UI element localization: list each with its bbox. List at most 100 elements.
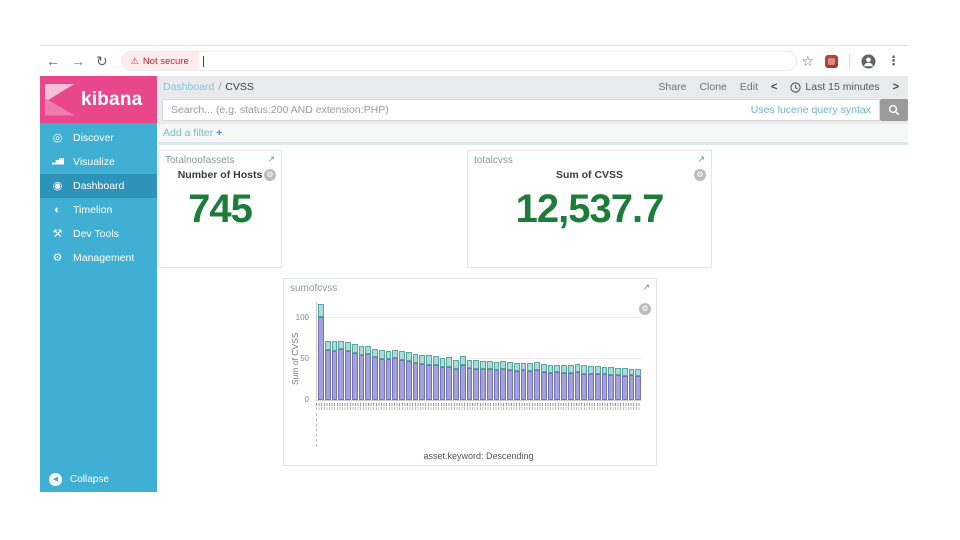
chart-bar[interactable] bbox=[540, 363, 547, 400]
chart-bar[interactable] bbox=[399, 350, 405, 400]
dashboard-grid: Totalnoofassets ↗ ⚙ Number of Hosts 745 … bbox=[157, 145, 908, 492]
kibana-logo[interactable]: kibana bbox=[40, 76, 157, 123]
chart-bar[interactable] bbox=[567, 365, 574, 400]
chart-bar[interactable] bbox=[466, 359, 473, 400]
chart-bar[interactable] bbox=[419, 355, 425, 400]
chart-bar[interactable] bbox=[574, 363, 581, 400]
browser-actions: ☆ ⋮ bbox=[801, 53, 900, 70]
divider bbox=[849, 54, 850, 68]
profile-icon[interactable] bbox=[861, 54, 876, 69]
back-icon[interactable]: ← bbox=[46, 54, 60, 68]
chart-bar[interactable] bbox=[621, 367, 628, 400]
bookmark-icon[interactable]: ☆ bbox=[801, 53, 814, 70]
sidebar-item-visualize[interactable]: ▂▅▇ Visualize bbox=[40, 150, 157, 174]
chart-bar[interactable] bbox=[405, 352, 412, 400]
chart-bar[interactable] bbox=[608, 367, 614, 400]
sidebar-collapse-button[interactable]: ◀ Collapse bbox=[40, 467, 157, 492]
chart-bar[interactable] bbox=[635, 368, 641, 400]
chart-bar[interactable] bbox=[527, 362, 533, 400]
chart-bar[interactable] bbox=[615, 367, 621, 400]
gear-icon[interactable]: ⚙ bbox=[694, 169, 706, 181]
sidebar-item-dev-tools[interactable]: ⚒ Dev Tools bbox=[40, 222, 157, 246]
collapse-icon: ◀ bbox=[49, 473, 62, 486]
time-forward-button[interactable]: > bbox=[893, 81, 899, 93]
time-back-button[interactable]: < bbox=[771, 81, 777, 93]
chart-bar[interactable] bbox=[554, 364, 560, 400]
y-axis-ticks: 0 50 100 bbox=[284, 302, 313, 404]
chart-bar[interactable] bbox=[561, 364, 567, 400]
extension-icon[interactable] bbox=[825, 54, 838, 68]
collapse-label: Collapse bbox=[70, 474, 109, 485]
security-chip[interactable]: ⚠ Not secure bbox=[121, 52, 199, 70]
metric-label: Sum of CVSS bbox=[555, 169, 624, 181]
chart-bar[interactable] bbox=[520, 362, 527, 400]
panel-title: sumofcvss bbox=[290, 283, 338, 294]
chart-bar[interactable] bbox=[459, 356, 466, 400]
lucene-syntax-link[interactable]: Uses lucene query syntax bbox=[751, 100, 871, 120]
panel-header: sumofcvss ↗ bbox=[284, 279, 656, 295]
chart-bar[interactable] bbox=[507, 362, 513, 400]
expand-icon[interactable]: ↗ bbox=[697, 155, 705, 164]
sidebar-item-dashboard[interactable]: ◉ Dashboard bbox=[40, 174, 157, 198]
reload-icon[interactable]: ↻ bbox=[96, 54, 108, 68]
chart-bar[interactable] bbox=[601, 367, 608, 400]
time-picker-button[interactable]: Last 15 minutes bbox=[790, 81, 880, 93]
query-bar: Search... (e.g. status:200 AND extension… bbox=[157, 98, 908, 124]
chart-bar[interactable] bbox=[372, 348, 378, 400]
chart-bar[interactable] bbox=[500, 361, 506, 400]
chart-bar[interactable] bbox=[412, 353, 419, 400]
edit-button[interactable]: Edit bbox=[740, 81, 758, 93]
breadcrumb-dashboard-link[interactable]: Dashboard bbox=[163, 81, 214, 93]
expand-icon[interactable]: ↗ bbox=[267, 155, 275, 164]
chart-bar[interactable] bbox=[351, 343, 358, 400]
chart-bar[interactable] bbox=[345, 342, 351, 400]
kibana-logo-text: kibana bbox=[81, 88, 143, 110]
sidebar-item-discover[interactable]: ◎ Discover bbox=[40, 126, 157, 150]
chart-bar[interactable] bbox=[432, 356, 439, 400]
address-bar[interactable]: ⚠ Not secure bbox=[120, 51, 797, 71]
chart-bar[interactable] bbox=[338, 341, 344, 400]
chart-bar[interactable] bbox=[486, 361, 493, 400]
chart-bar[interactable] bbox=[588, 366, 594, 400]
chart-bar[interactable] bbox=[581, 365, 587, 400]
visualize-icon: ▂▅▇ bbox=[52, 159, 64, 165]
chart-bar[interactable] bbox=[365, 346, 371, 400]
chart-bar[interactable] bbox=[324, 340, 331, 400]
chart-bar[interactable] bbox=[594, 366, 601, 400]
panel-title: Totalnoofassets bbox=[165, 155, 235, 166]
search-input[interactable]: Search... (e.g. status:200 AND extension… bbox=[162, 99, 880, 121]
panel-totalnoofassets: Totalnoofassets ↗ ⚙ Number of Hosts 745 bbox=[158, 150, 282, 268]
chart-bar[interactable] bbox=[493, 362, 500, 400]
expand-icon[interactable]: ↗ bbox=[642, 283, 650, 292]
gear-icon[interactable]: ⚙ bbox=[264, 169, 276, 181]
breadcrumb-separator: / bbox=[218, 81, 222, 93]
chart-bar[interactable] bbox=[331, 341, 338, 400]
sidebar-item-management[interactable]: ⚙ Management bbox=[40, 246, 157, 270]
chart-bar[interactable] bbox=[628, 368, 635, 400]
chart-bar[interactable] bbox=[426, 355, 432, 400]
main-content: Dashboard / CVSS Share Clone Edit < Last… bbox=[157, 76, 908, 492]
add-filter-plus-icon[interactable]: + bbox=[216, 127, 222, 139]
chart-bar[interactable] bbox=[453, 359, 459, 400]
share-button[interactable]: Share bbox=[658, 81, 686, 93]
chart-bar[interactable] bbox=[385, 350, 392, 400]
chart-bar[interactable] bbox=[439, 357, 446, 400]
chart-bar[interactable] bbox=[446, 357, 452, 400]
clone-button[interactable]: Clone bbox=[699, 81, 726, 93]
search-button[interactable] bbox=[880, 99, 908, 121]
chart-bar[interactable] bbox=[473, 359, 479, 400]
chart-bar[interactable] bbox=[392, 349, 398, 400]
add-filter-link[interactable]: Add a filter bbox=[163, 127, 213, 139]
chart-bar[interactable] bbox=[534, 362, 540, 400]
sidebar-item-label: Visualize bbox=[73, 156, 115, 168]
chart-bar[interactable] bbox=[480, 361, 486, 400]
chart-bar[interactable] bbox=[547, 364, 554, 400]
chart-bar[interactable] bbox=[513, 362, 520, 400]
sidebar-item-timelion[interactable]: ◐ Timelion bbox=[40, 198, 157, 222]
chart-bar[interactable] bbox=[358, 345, 365, 400]
browser-menu-icon[interactable]: ⋮ bbox=[887, 53, 900, 69]
chart-bar[interactable] bbox=[318, 303, 324, 400]
forward-icon[interactable]: → bbox=[71, 54, 85, 68]
dashboard-icon: ◉ bbox=[52, 179, 63, 192]
chart-bar[interactable] bbox=[378, 349, 385, 400]
